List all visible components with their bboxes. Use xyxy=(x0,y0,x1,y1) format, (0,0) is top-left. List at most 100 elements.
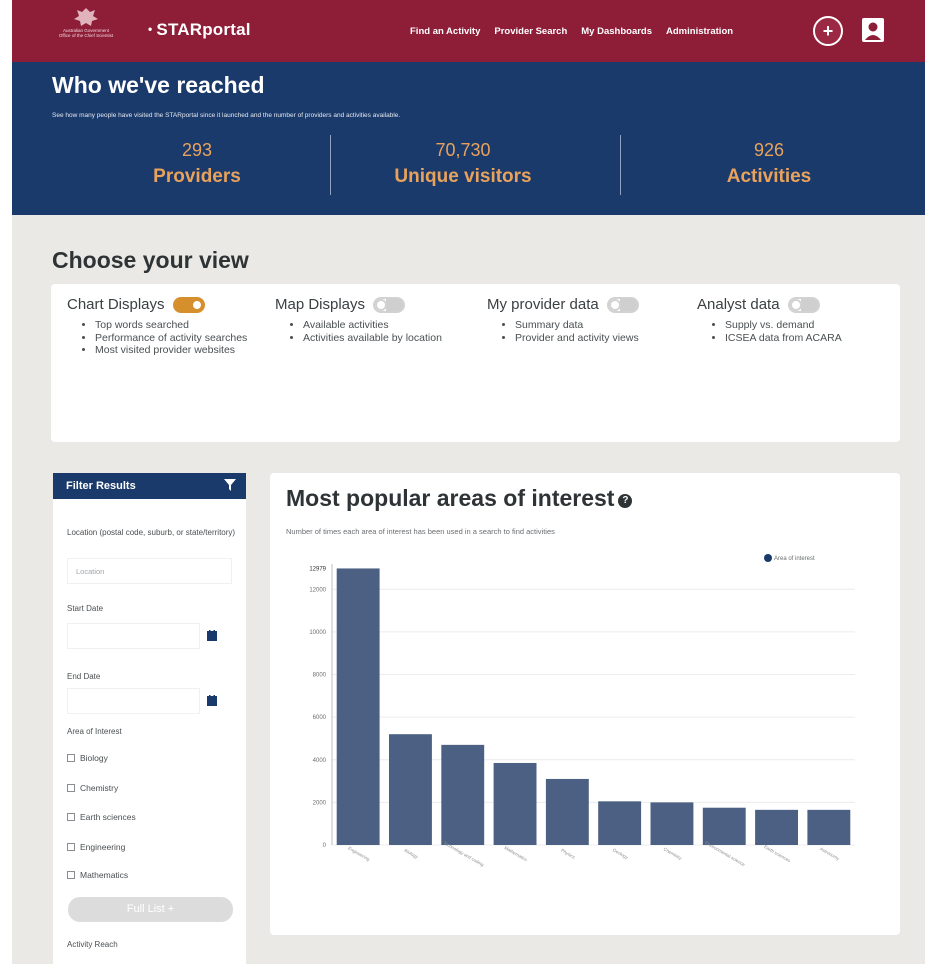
checkbox-label: Engineering xyxy=(80,842,126,852)
calendar-icon[interactable] xyxy=(207,630,217,641)
user-icon xyxy=(862,18,884,42)
list-item: Provider and activity views xyxy=(515,332,687,345)
list-item: Top words searched xyxy=(95,319,267,332)
y-max-label: 12979 xyxy=(309,566,326,572)
stat-label: Providers xyxy=(153,166,241,187)
checkbox-label: Biology xyxy=(80,753,108,763)
stats-banner: Who we've reached See how many people ha… xyxy=(12,62,925,215)
bar xyxy=(598,801,642,845)
checkbox[interactable] xyxy=(67,813,75,821)
x-tick-label: Engineering xyxy=(347,846,371,863)
checkbox[interactable] xyxy=(67,754,75,762)
x-tick-label: Mathematics xyxy=(504,845,529,862)
location-input[interactable]: Location xyxy=(67,558,232,584)
y-tick-label: 12000 xyxy=(309,587,326,593)
y-tick-label: 8000 xyxy=(313,673,327,679)
bar xyxy=(493,762,537,845)
checkbox-label: Earth sciences xyxy=(80,812,136,822)
stat-label: Activities xyxy=(726,166,812,187)
brand-dot-icon: • xyxy=(148,22,153,36)
view-bullets: Summary data Provider and activity views xyxy=(487,319,687,344)
bar-chart: 0 2000 4000 6000 8000 10000 12000 12979 Engineer… xyxy=(309,554,855,868)
view-chart-displays: Chart Displays Top words searched Perfor… xyxy=(67,296,267,357)
y-tick-label: 6000 xyxy=(313,715,327,721)
top-nav: Australian Government Office of the Chie… xyxy=(12,0,925,62)
page: Australian Government Office of the Chie… xyxy=(12,0,925,964)
list-item: Available activities xyxy=(303,319,475,332)
view-my-provider-data: My provider data Summary data Provider a… xyxy=(487,296,687,344)
add-button[interactable]: + xyxy=(813,16,843,46)
map-displays-toggle[interactable] xyxy=(373,296,406,313)
provider-data-toggle[interactable] xyxy=(606,296,639,313)
area-of-interest-label: Area of Interest xyxy=(67,727,122,736)
nav-my-dashboards[interactable]: My Dashboards xyxy=(581,26,652,37)
end-date-input[interactable] xyxy=(67,688,200,714)
stat-activities: 926 Activities xyxy=(624,140,914,188)
nav-find-activity[interactable]: Find an Activity xyxy=(410,26,480,37)
bar xyxy=(336,568,380,845)
view-bullets: Available activities Activities availabl… xyxy=(275,319,475,344)
checkbox-engineering[interactable]: Engineering xyxy=(67,842,125,852)
start-date-input[interactable] xyxy=(67,623,200,649)
list-item: Most visited provider websites xyxy=(95,344,267,357)
stat-divider xyxy=(620,135,621,195)
x-tick-label: Chemistry xyxy=(663,846,684,861)
calendar-icon[interactable] xyxy=(207,695,217,706)
user-profile-button[interactable] xyxy=(858,16,888,46)
bar xyxy=(702,807,746,845)
list-item: Supply vs. demand xyxy=(725,319,897,332)
chart-card: Most popular areas of interest? Number o… xyxy=(270,473,900,935)
plus-icon: + xyxy=(822,21,834,41)
checkbox[interactable] xyxy=(67,871,75,879)
list-item: Summary data xyxy=(515,319,687,332)
crest-text-2: Office of the Chief Scientist xyxy=(58,33,114,38)
checkbox[interactable] xyxy=(67,784,75,792)
list-item: Activities available by location xyxy=(303,332,475,345)
location-label: Location (postal code, suburb, or state/… xyxy=(67,528,236,537)
main-nav: Find an Activity Provider Search My Dash… xyxy=(410,26,733,37)
x-tick-label: Astronomy xyxy=(819,846,841,861)
toggle-knob xyxy=(789,298,802,311)
y-tick-label: 4000 xyxy=(313,758,327,764)
crest-icon xyxy=(74,8,98,26)
start-date-label: Start Date xyxy=(67,604,104,613)
stats-title: Who we've reached xyxy=(52,72,265,98)
checkbox-biology[interactable]: Biology xyxy=(67,753,108,763)
stat-value: 926 xyxy=(753,140,785,160)
activity-reach-label: Activity Reach xyxy=(67,940,118,949)
brand-logo[interactable]: • STARportal xyxy=(148,20,251,40)
x-tick-label: Biology xyxy=(404,848,420,860)
bar xyxy=(807,809,851,845)
y-tick-label: 0 xyxy=(323,843,327,849)
stats-subtitle: See how many people have visited the STA… xyxy=(52,112,401,119)
view-bullets: Supply vs. demand ICSEA data from ACARA xyxy=(697,319,897,344)
full-list-button[interactable]: Full List + xyxy=(68,897,233,922)
choose-view-title: Choose your view xyxy=(52,247,249,273)
filter-title: Filter Results xyxy=(66,480,136,492)
toggle-knob xyxy=(190,298,203,311)
checkbox-earth-sciences[interactable]: Earth sciences xyxy=(67,812,136,822)
checkbox-mathematics[interactable]: Mathematics xyxy=(67,870,128,880)
government-crest-logo[interactable]: Australian Government Office of the Chie… xyxy=(48,6,124,52)
bar xyxy=(389,734,432,845)
checkbox-chemistry[interactable]: Chemistry xyxy=(67,783,118,793)
x-tick-label: Earth sciences xyxy=(763,844,792,863)
legend-marker xyxy=(764,554,772,562)
checkbox[interactable] xyxy=(67,843,75,851)
end-date-label: End Date xyxy=(67,672,101,681)
bar xyxy=(545,778,589,845)
view-label: Map Displays xyxy=(275,296,366,313)
bar xyxy=(650,802,694,845)
view-analyst-data: Analyst data Supply vs. demand ICSEA dat… xyxy=(697,296,897,344)
y-tick-label: 10000 xyxy=(309,630,326,636)
chart-displays-toggle[interactable] xyxy=(172,296,205,313)
toggle-knob xyxy=(375,298,388,311)
filter-header[interactable]: Filter Results xyxy=(53,473,246,499)
nav-provider-search[interactable]: Provider Search xyxy=(494,26,567,37)
x-tick-label: Geology xyxy=(612,847,630,860)
nav-administration[interactable]: Administration xyxy=(666,26,733,37)
list-item: Performance of activity searches xyxy=(95,332,267,345)
stat-providers: 293 Providers xyxy=(52,140,342,188)
funnel-icon xyxy=(224,479,236,491)
analyst-data-toggle[interactable] xyxy=(787,296,820,313)
